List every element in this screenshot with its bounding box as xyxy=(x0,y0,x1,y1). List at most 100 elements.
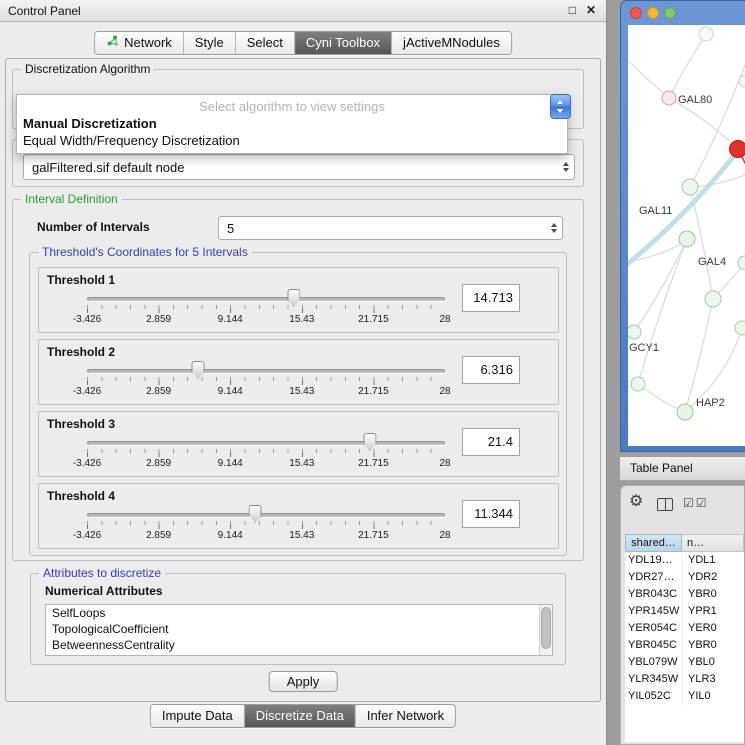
algorithm-item-equal-width[interactable]: Equal Width/Frequency Discretization xyxy=(17,132,567,149)
tab-jactivemnodules[interactable]: jActiveMNodules xyxy=(392,32,511,54)
table-header-row: shared… n… xyxy=(625,534,744,552)
scale-label: 15.43 xyxy=(289,458,314,469)
slider-scale: -3.426 2.859 9.144 15.43 21.715 28 xyxy=(87,314,445,326)
threshold-2-value-field[interactable]: 6.316 xyxy=(462,356,520,384)
scale-label: 15.43 xyxy=(289,386,314,397)
node-label-gal80: GAL80 xyxy=(678,94,712,106)
column-header-shared-name[interactable]: shared… xyxy=(625,534,682,552)
table-row[interactable]: YIL052CYIL0 xyxy=(625,688,744,705)
scale-label: 28 xyxy=(439,386,450,397)
threshold-1-value-field[interactable]: 14.713 xyxy=(462,284,520,312)
network-node[interactable] xyxy=(699,27,713,41)
mac-minimize-button[interactable] xyxy=(647,7,659,19)
threshold-3-box: Threshold 3 -3.426 2.859 9.144 15.43 21.… xyxy=(38,411,559,477)
tab-cyni-toolbox[interactable]: Cyni Toolbox xyxy=(295,32,392,54)
table-row[interactable]: YBL079WYBL0 xyxy=(625,654,744,671)
threshold-coordinates-group-title: Threshold's Coordinates for 5 Intervals xyxy=(38,245,252,259)
network-graph: GAL80 GAL11 GAL4 GCY1 HAP2 xyxy=(628,25,745,446)
tab-select-label: Select xyxy=(247,32,283,54)
slider-track[interactable] xyxy=(87,297,445,301)
network-canvas[interactable]: GAL80 GAL11 GAL4 GCY1 HAP2 xyxy=(628,25,745,446)
tab-select[interactable]: Select xyxy=(236,32,295,54)
close-icon[interactable]: ✕ xyxy=(586,3,596,17)
network-node[interactable] xyxy=(735,321,745,335)
table-row[interactable]: YBR043CYBR0 xyxy=(625,586,744,603)
threshold-3-slider[interactable]: -3.426 2.859 9.144 15.43 21.715 28 xyxy=(87,438,445,472)
slider-track[interactable] xyxy=(87,369,445,373)
slider-ticks xyxy=(87,521,445,529)
list-item[interactable]: BetweennessCentrality xyxy=(46,637,552,653)
cyni-bottom-tabs: Impute Data Discretize Data Infer Networ… xyxy=(150,704,456,728)
tab-cyni-label: Cyni Toolbox xyxy=(306,32,380,54)
scale-label: -3.426 xyxy=(73,530,101,541)
window-title: Control Panel xyxy=(8,4,81,18)
network-node-gal4[interactable] xyxy=(679,231,695,247)
cell: YER0 xyxy=(682,620,744,637)
control-panel-window: Control Panel □ ✕ Network Style Select C… xyxy=(0,0,607,745)
tab-impute-data[interactable]: Impute Data xyxy=(151,705,245,727)
cell: YBL079W xyxy=(625,654,682,671)
node-label-gcy1: GCY1 xyxy=(629,342,659,354)
select-columns-checkbox-icons[interactable]: ☑☑ xyxy=(683,496,709,510)
network-node-gal80[interactable] xyxy=(662,91,676,105)
list-item[interactable]: TopologicalCoefficient xyxy=(46,621,552,637)
column-header-name[interactable]: n… xyxy=(682,534,744,552)
table-row[interactable]: YPR145WYPR1 xyxy=(625,603,744,620)
threshold-1-slider[interactable]: -3.426 2.859 9.144 15.43 21.715 28 xyxy=(87,294,445,328)
columns-icon[interactable] xyxy=(657,498,673,511)
slider-scale: -3.426 2.859 9.144 15.43 21.715 28 xyxy=(87,530,445,542)
network-node[interactable] xyxy=(705,291,721,307)
combo-up-arrow-icon xyxy=(557,100,563,104)
cell: YLR3 xyxy=(682,671,744,688)
tab-infer-network[interactable]: Infer Network xyxy=(356,705,455,727)
scrollbar-thumb[interactable] xyxy=(541,607,551,649)
network-node[interactable] xyxy=(738,256,745,270)
network-node[interactable] xyxy=(631,377,645,391)
attributes-group-title: Attributes to discretize xyxy=(39,566,165,580)
scale-label: 2.859 xyxy=(146,530,171,541)
threshold-4-slider[interactable]: -3.426 2.859 9.144 15.43 21.715 28 xyxy=(87,510,445,544)
algorithm-item-manual-discretization[interactable]: Manual Discretization xyxy=(17,115,567,132)
network-node-selected-red[interactable] xyxy=(730,141,745,158)
cell: YBL0 xyxy=(682,654,744,671)
slider-track[interactable] xyxy=(87,441,445,445)
node-label-hap2: HAP2 xyxy=(696,397,725,409)
tab-style[interactable]: Style xyxy=(184,32,236,54)
number-of-intervals-combo[interactable]: 5 xyxy=(218,216,563,240)
network-node-hap2[interactable] xyxy=(677,404,693,420)
slider-track[interactable] xyxy=(87,513,445,517)
numerical-attributes-label: Numerical Attributes xyxy=(45,584,163,598)
table-data-combo[interactable]: galFiltered.sif default node xyxy=(23,154,575,180)
table-row[interactable]: YDL19…YDL1 xyxy=(625,552,744,569)
algorithm-dropdown-popup: Select algorithm to view settings Manual… xyxy=(16,94,568,154)
scale-label: 21.715 xyxy=(358,314,389,325)
apply-button[interactable]: Apply xyxy=(269,671,338,692)
tab-network[interactable]: Network xyxy=(95,32,184,54)
table-row[interactable]: YBR045CYBR0 xyxy=(625,637,744,654)
mac-close-button[interactable] xyxy=(630,7,642,19)
float-window-icon[interactable]: □ xyxy=(569,3,576,17)
table-panel-header[interactable]: Table Panel xyxy=(620,456,745,481)
cell: YDR2 xyxy=(682,569,744,586)
number-of-intervals-label: Number of Intervals xyxy=(37,220,150,234)
tab-style-label: Style xyxy=(195,32,224,54)
gear-icon[interactable]: ⚙ xyxy=(629,494,643,510)
list-item[interactable]: SelfLoops xyxy=(46,605,552,621)
threshold-3-value-field[interactable]: 21.4 xyxy=(462,428,520,456)
scale-label: 21.715 xyxy=(358,386,389,397)
network-node[interactable] xyxy=(682,179,698,195)
algorithm-combo-arrows[interactable] xyxy=(550,94,571,119)
cell: YLR345W xyxy=(625,671,682,688)
cyni-toolbox-panel: Discretization Algorithm Select algorith… xyxy=(5,58,601,702)
table-row[interactable]: YDR27…YDR2 xyxy=(625,569,744,586)
mac-zoom-button[interactable] xyxy=(664,7,676,19)
table-row[interactable]: YER054CYER0 xyxy=(625,620,744,637)
combo-down-arrow-icon xyxy=(557,109,563,113)
network-node-gcy1[interactable] xyxy=(628,325,641,339)
threshold-2-slider[interactable]: -3.426 2.859 9.144 15.43 21.715 28 xyxy=(87,366,445,400)
threshold-4-value-field[interactable]: 11.344 xyxy=(462,500,520,528)
scale-label: 9.144 xyxy=(218,530,243,541)
tab-discretize-data[interactable]: Discretize Data xyxy=(245,705,356,727)
table-row[interactable]: YLR345WYLR3 xyxy=(625,671,744,688)
list-scrollbar[interactable] xyxy=(539,605,552,655)
